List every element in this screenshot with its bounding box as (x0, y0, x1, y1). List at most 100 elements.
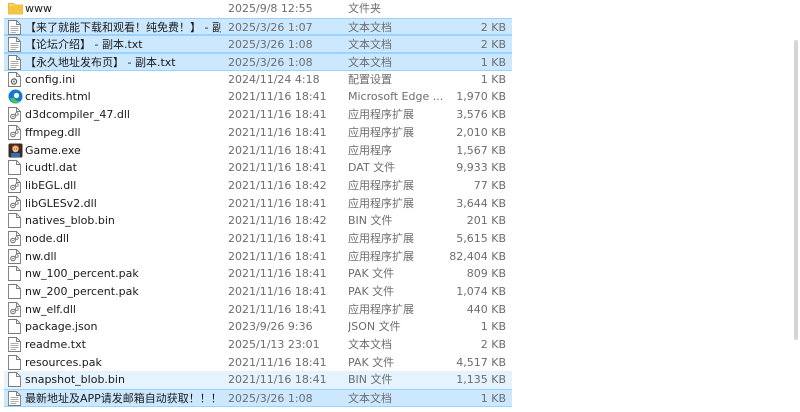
file-size: 1,135 KB (456, 373, 506, 387)
file-name: 【来了就能下载和观看！纯免费！】 - 副... (25, 20, 221, 34)
scrollbar-thumb[interactable] (794, 40, 798, 340)
dll-file-icon (7, 106, 23, 123)
file-modified-date: 2021/11/16 18:41 (228, 108, 327, 122)
file-row[interactable]: nw.dll 2021/11/16 18:41 应用程序扩展 82,404 KB (4, 248, 512, 266)
file-type: Microsoft Edge ... (348, 90, 444, 104)
config-file-icon (7, 71, 23, 88)
file-row[interactable]: Game.exe 2021/11/16 18:41 应用程序 1,567 KB (4, 142, 512, 160)
file-row[interactable]: 最新地址及APP请发邮箱自动获取！！！... 2025/3/26 1:08 文本文档… (4, 389, 512, 407)
file-type: 文本文档 (348, 338, 392, 352)
file-row[interactable]: resources.pak 2021/11/16 18:41 PAK 文件 4,517… (4, 354, 512, 372)
file-type: BIN 文件 (348, 373, 393, 387)
file-row[interactable]: d3dcompiler_47.dll 2021/11/16 18:41 应用程序扩展… (4, 106, 512, 124)
file-name: icudtl.dat (25, 161, 77, 175)
file-name: nw_elf.dll (25, 302, 76, 316)
file-modified-date: 2021/11/16 18:41 (228, 125, 327, 139)
text-file-icon (7, 336, 23, 353)
file-name: node.dll (25, 231, 70, 245)
file-row[interactable]: natives_blob.bin 2021/11/16 18:42 BIN 文件 20… (4, 212, 512, 230)
blank-file-icon (7, 354, 23, 371)
file-type: 文本文档 (348, 392, 392, 406)
file-row[interactable]: readme.txt 2025/1/13 23:01 文本文档 2 KB (4, 336, 512, 354)
file-modified-date: 2025/9/8 12:55 (228, 2, 313, 15)
file-modified-date: 2021/11/16 18:42 (228, 178, 327, 192)
file-name: 【永久地址发布页】 - 副本.txt (25, 56, 176, 70)
file-size: 77 KB (473, 178, 506, 192)
file-type: 应用程序扩展 (348, 125, 414, 139)
file-size: 82,404 KB (449, 249, 506, 263)
file-name: Game.exe (25, 143, 81, 157)
file-type: JSON 文件 (348, 320, 401, 334)
file-modified-date: 2023/9/26 9:36 (228, 320, 313, 334)
file-name: nw.dll (25, 249, 57, 263)
blank-file-icon (7, 212, 23, 229)
file-size: 1,074 KB (456, 285, 506, 298)
blank-file-icon (7, 159, 23, 176)
file-size: 2 KB (480, 338, 506, 352)
file-row[interactable]: 【来了就能下载和观看！纯免费！】 - 副... 2025/3/26 1:07 文本文… (4, 17, 512, 36)
file-type: 应用程序扩展 (348, 231, 414, 245)
file-name: www (25, 2, 52, 15)
file-row[interactable]: icudtl.dat 2021/11/16 18:41 DAT 文件 9,933 KB (4, 159, 512, 177)
file-type: 应用程序扩展 (348, 196, 414, 210)
file-modified-date: 2021/11/16 18:41 (228, 267, 327, 281)
file-type: DAT 文件 (348, 161, 396, 175)
file-modified-date: 2021/11/16 18:41 (228, 355, 327, 369)
file-type: 应用程序扩展 (348, 302, 414, 316)
file-name: 最新地址及APP请发邮箱自动获取！！！... (25, 392, 221, 406)
file-modified-date: 2025/3/26 1:08 (228, 56, 313, 70)
file-explorer-window: www 2025/9/8 12:55 文件夹 【来了就能下载和观看！纯免费！】 - 副… (0, 0, 800, 412)
file-name: snapshot_blob.bin (25, 373, 125, 387)
file-type: 文本文档 (348, 56, 392, 70)
file-name: libEGL.dll (25, 178, 77, 192)
file-size: 1 KB (480, 56, 506, 70)
file-row[interactable]: www 2025/9/8 12:55 文件夹 (4, 0, 512, 18)
file-modified-date: 2021/11/16 18:41 (228, 302, 327, 316)
file-name: ffmpeg.dll (25, 125, 81, 139)
folder-icon (7, 0, 23, 17)
file-row[interactable]: 【永久地址发布页】 - 副本.txt 2025/3/26 1:08 文本文档 1 KB (4, 53, 512, 71)
file-modified-date: 2025/1/13 23:01 (228, 338, 320, 352)
file-row[interactable]: 【论坛介绍】 - 副本.txt 2025/3/26 1:08 文本文档 2 KB (4, 35, 512, 54)
file-row[interactable]: snapshot_blob.bin 2021/11/16 18:41 BIN 文件 1… (4, 371, 512, 390)
file-size: 1,567 KB (456, 143, 506, 157)
file-row[interactable]: libEGL.dll 2021/11/16 18:42 应用程序扩展 77 KB (4, 177, 512, 195)
file-size: 2,010 KB (456, 125, 506, 139)
file-modified-date: 2021/11/16 18:41 (228, 373, 327, 387)
dll-file-icon (7, 230, 23, 247)
file-row[interactable]: package.json 2023/9/26 9:36 JSON 文件 1 KB (4, 318, 512, 336)
file-name: libGLESv2.dll (25, 196, 97, 210)
file-size: 1 KB (480, 72, 506, 86)
file-type: PAK 文件 (348, 267, 395, 281)
dll-file-icon (7, 177, 23, 194)
vertical-scrollbar[interactable] (790, 0, 800, 412)
file-modified-date: 2021/11/16 18:42 (228, 214, 327, 228)
file-row[interactable]: nw_elf.dll 2021/11/16 18:41 应用程序扩展 440 KB (4, 301, 512, 319)
file-row[interactable]: credits.html 2021/11/16 18:41 Microsoft Ed… (4, 88, 512, 106)
file-size: 3,644 KB (456, 196, 506, 210)
file-row[interactable]: config.ini 2024/11/24 4:18 配置设置 1 KB (4, 71, 512, 89)
file-row[interactable]: node.dll 2021/11/16 18:41 应用程序扩展 5,615 KB (4, 230, 512, 248)
file-modified-date: 2021/11/16 18:41 (228, 231, 327, 245)
file-modified-date: 2024/11/24 4:18 (228, 72, 320, 86)
file-row[interactable]: ffmpeg.dll 2021/11/16 18:41 应用程序扩展 2,010 KB (4, 124, 512, 142)
file-size: 2 KB (480, 20, 506, 34)
file-name: natives_blob.bin (25, 214, 115, 228)
file-row[interactable]: nw_200_percent.pak 2021/11/16 18:41 PAK 文件… (4, 283, 512, 301)
file-row[interactable]: nw_100_percent.pak 2021/11/16 18:41 PAK 文件… (4, 265, 512, 283)
file-size: 9,933 KB (456, 161, 506, 175)
file-modified-date: 2021/11/16 18:41 (228, 161, 327, 175)
file-size: 1 KB (480, 392, 506, 406)
file-modified-date: 2021/11/16 18:41 (228, 196, 327, 210)
file-type: 应用程序扩展 (348, 249, 414, 263)
file-type: PAK 文件 (348, 285, 395, 298)
file-modified-date: 2021/11/16 18:41 (228, 249, 327, 263)
file-name: config.ini (25, 72, 76, 86)
file-row[interactable]: libGLESv2.dll 2021/11/16 18:41 应用程序扩展 3,644… (4, 195, 512, 213)
file-type: 文本文档 (348, 38, 392, 52)
file-modified-date: 2021/11/16 18:41 (228, 90, 327, 104)
text-file-icon (7, 390, 23, 407)
dll-file-icon (7, 301, 23, 318)
file-size: 1 KB (480, 320, 506, 334)
file-size: 809 KB (466, 267, 506, 281)
